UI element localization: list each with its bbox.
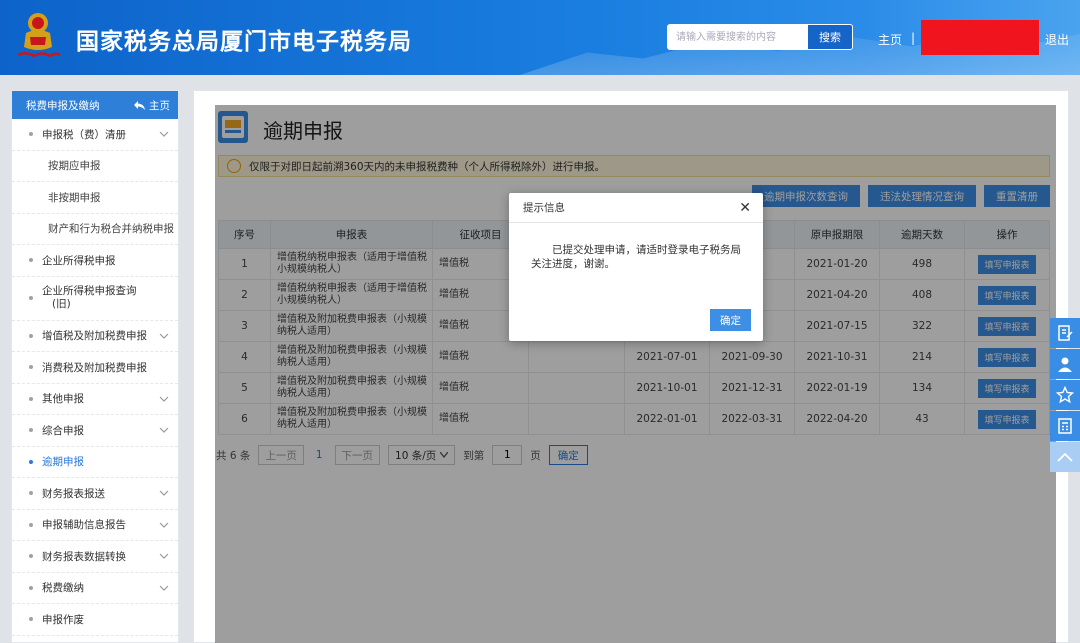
dialog-message: 已提交处理申请，请适时登录电子税务局关注进度，谢谢。: [531, 244, 741, 270]
sidebar-item-label: 非按期申报: [48, 191, 101, 204]
sidebar-item-4[interactable]: 企业所得税申报: [12, 245, 178, 277]
person-icon: [1058, 357, 1072, 372]
float-btn-service[interactable]: [1050, 349, 1080, 379]
bullet-dot: [29, 459, 33, 464]
sidebar-menu: 申报税（费）清册按期应申报非按期申报财产和行为税合并纳税申报企业所得税申报企业所…: [12, 119, 178, 636]
sidebar-item-15[interactable]: 申报作废: [12, 604, 178, 636]
float-btn-feedback[interactable]: [1050, 318, 1080, 348]
bullet-dot: [29, 522, 33, 527]
chevron-down-icon: [159, 522, 169, 528]
bullet-dot: [29, 296, 33, 300]
bullet-dot: [29, 585, 33, 590]
chevron-down-icon: [159, 553, 169, 560]
sidebar-item-label: 申报辅助信息报告: [42, 519, 126, 532]
search-box: 搜索: [667, 24, 853, 50]
sidebar-item-label: 申报作废: [42, 613, 84, 626]
sidebar-item-0[interactable]: 申报税（费）清册: [12, 119, 178, 151]
bullet-dot: [29, 617, 33, 622]
top-header: 国家税务总局厦门市电子税务局 搜索 主页 | 退出: [0, 0, 1080, 75]
sidebar-item-12[interactable]: 申报辅助信息报告: [12, 510, 178, 541]
sidebar-item-11[interactable]: 财务报表报送: [12, 478, 178, 510]
sidebar-item-label: 按期应申报: [48, 160, 101, 173]
sidebar-item-label: 逾期申报: [42, 456, 84, 469]
sidebar-item-label: 财务报表数据转换: [42, 550, 126, 563]
sidebar-item-label: 财务报表报送: [42, 487, 105, 500]
float-btn-calculator[interactable]: [1050, 411, 1080, 441]
sidebar-home-label: 主页: [149, 99, 170, 112]
site-title: 国家税务总局厦门市电子税务局: [76, 29, 412, 55]
sidebar-item-label: 增值税及附加税费申报: [42, 330, 147, 343]
bullet-dot: [29, 365, 33, 370]
bullet-dot: [29, 258, 33, 263]
float-btn-top[interactable]: [1050, 442, 1080, 472]
chevron-down-icon: [159, 333, 169, 339]
logout-link[interactable]: 退出: [1045, 31, 1069, 48]
bullet-dot: [29, 333, 33, 338]
header-separator: |: [911, 31, 916, 45]
sidebar: 税费申报及缴纳 主页 申报税（费）清册按期应申报非按期申报财产和行为税合并纳税申…: [11, 90, 179, 643]
close-icon[interactable]: ✕: [739, 200, 751, 216]
sidebar-home-link[interactable]: 主页: [134, 98, 170, 113]
sidebar-item-label-2: (旧): [52, 298, 71, 310]
modal-overlay[interactable]: [215, 105, 1056, 643]
bullet-dot: [29, 132, 33, 137]
dialog-ok-button[interactable]: 确定: [710, 309, 751, 331]
sidebar-item-label: 财产和行为税合并纳税申报: [48, 223, 174, 236]
sidebar-item-13[interactable]: 财务报表数据转换: [12, 541, 178, 573]
calculator-icon: [1058, 418, 1072, 434]
sidebar-item-6[interactable]: 增值税及附加税费申报: [12, 321, 178, 352]
sidebar-header: 税费申报及缴纳 主页: [12, 91, 178, 119]
user-name-redaction: [921, 20, 1039, 55]
chevron-down-icon: [159, 131, 169, 138]
right-float-bar: [1050, 318, 1080, 473]
bullet-dot: [29, 428, 33, 433]
sidebar-item-label: 税费缴纳: [42, 582, 84, 595]
document-edit-icon: [1058, 325, 1073, 341]
sidebar-item-label: 消费税及附加税费申报: [42, 361, 147, 374]
sidebar-item-label: 企业所得税申报查询: [42, 285, 137, 297]
sidebar-item-2[interactable]: 非按期申报: [12, 182, 178, 214]
sidebar-item-1[interactable]: 按期应申报: [12, 151, 178, 182]
sidebar-item-9[interactable]: 综合申报: [12, 415, 178, 447]
sidebar-item-label: 综合申报: [42, 424, 84, 437]
home-link[interactable]: 主页: [878, 31, 902, 48]
sidebar-item-14[interactable]: 税费缴纳: [12, 573, 178, 604]
sidebar-item-label: 其他申报: [42, 393, 84, 406]
search-input[interactable]: [668, 25, 808, 49]
chevron-down-icon: [159, 585, 169, 591]
chevron-down-icon: [159, 427, 169, 434]
sidebar-item-label: 企业所得税申报: [42, 254, 116, 267]
chevron-down-icon: [159, 490, 169, 497]
tax-emblem-icon: [17, 13, 61, 58]
chevron-up-icon: [1057, 452, 1073, 462]
sidebar-item-8[interactable]: 其他申报: [12, 384, 178, 415]
dialog-header: 提示信息 ✕: [509, 193, 763, 223]
sidebar-item-label: 申报税（费）清册: [42, 128, 126, 141]
star-icon: [1056, 386, 1074, 404]
sidebar-item-3[interactable]: 财产和行为税合并纳税申报: [12, 214, 178, 245]
bullet-dot: [29, 554, 33, 559]
sidebar-item-7[interactable]: 消费税及附加税费申报: [12, 352, 178, 384]
search-button[interactable]: 搜索: [808, 25, 852, 49]
sidebar-title: 税费申报及缴纳: [26, 99, 100, 112]
sidebar-item-10[interactable]: 逾期申报: [12, 447, 178, 478]
sidebar-item-5[interactable]: 企业所得税申报查询 (旧): [12, 277, 178, 321]
info-dialog: 提示信息 ✕ 已提交处理申请，请适时登录电子税务局关注进度，谢谢。 确定: [509, 193, 763, 341]
back-arrow-icon: [134, 100, 145, 110]
bullet-dot: [29, 396, 33, 401]
float-btn-favorite[interactable]: [1050, 380, 1080, 410]
chevron-down-icon: [159, 396, 169, 402]
bullet-dot: [29, 491, 33, 496]
dialog-title: 提示信息: [523, 202, 565, 214]
